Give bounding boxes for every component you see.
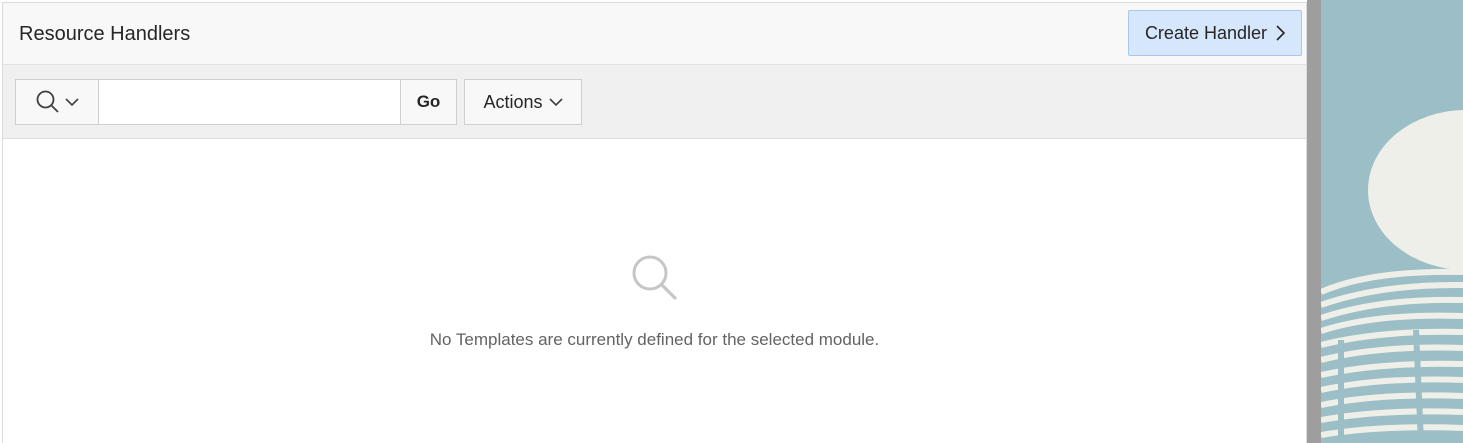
resource-handlers-region: Resource Handlers Create Handler Go Acti… xyxy=(2,2,1307,443)
actions-label: Actions xyxy=(483,91,543,112)
empty-state: No Templates are currently defined for t… xyxy=(3,253,1306,350)
decorative-illustration xyxy=(1321,110,1463,443)
report-toolbar: Go Actions xyxy=(3,65,1306,139)
chevron-right-icon xyxy=(1276,25,1286,41)
panel-divider xyxy=(1307,0,1321,443)
search-icon xyxy=(36,90,59,113)
search-icon xyxy=(632,255,677,300)
region-title: Resource Handlers xyxy=(19,23,191,45)
chevron-down-icon xyxy=(548,98,563,107)
region-header: Resource Handlers Create Handler xyxy=(3,3,1306,65)
create-handler-button[interactable]: Create Handler xyxy=(1127,10,1302,56)
chevron-down-icon xyxy=(65,98,79,107)
page: Resource Handlers Create Handler Go Acti… xyxy=(0,0,1463,443)
search-group: Go xyxy=(15,79,457,125)
create-handler-label: Create Handler xyxy=(1144,22,1267,43)
actions-menu-button[interactable]: Actions xyxy=(464,79,582,125)
search-column-menu[interactable] xyxy=(16,80,99,124)
empty-state-message: No Templates are currently defined for t… xyxy=(429,330,880,349)
search-input[interactable] xyxy=(99,80,400,124)
go-button[interactable]: Go xyxy=(400,80,456,124)
decorative-background-art xyxy=(1321,0,1463,443)
